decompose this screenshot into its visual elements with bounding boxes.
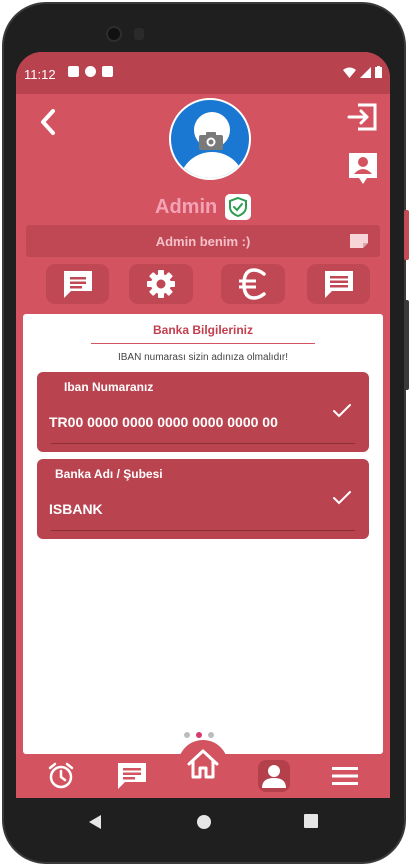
verified-shield-icon bbox=[225, 194, 251, 220]
settings-button[interactable] bbox=[129, 264, 193, 304]
volume-button bbox=[404, 300, 409, 390]
comments-button[interactable] bbox=[307, 264, 370, 304]
menu-icon bbox=[332, 767, 358, 785]
power-button bbox=[404, 210, 409, 260]
bank-name-label: Banka Adı / Şubesi bbox=[55, 467, 163, 481]
check-icon bbox=[333, 491, 351, 505]
comment-icon bbox=[324, 271, 353, 298]
nav-alarms[interactable] bbox=[44, 760, 78, 792]
system-navigation bbox=[16, 798, 390, 844]
avatar[interactable] bbox=[169, 98, 251, 180]
iban-underline bbox=[51, 443, 355, 444]
notification-a-icon bbox=[68, 66, 79, 77]
app-screen: 11:12 Admin Admin benim:) Banka Bilgile… bbox=[16, 52, 390, 798]
nav-menu[interactable] bbox=[328, 760, 362, 792]
bank-name-value[interactable]: ISBANK bbox=[49, 501, 103, 517]
iban-field[interactable]: Iban Numaranız TR00 0000 0000 0000 0000 … bbox=[37, 372, 369, 452]
euro-icon bbox=[239, 268, 266, 300]
battery-icon bbox=[375, 66, 382, 78]
chat-icon bbox=[118, 763, 146, 789]
notification-icons bbox=[68, 66, 113, 77]
front-camera bbox=[106, 26, 122, 42]
alarm-clock-icon bbox=[48, 762, 74, 789]
phone-device: 11:12 Admin Admin benim:) Banka Bilgile… bbox=[0, 0, 410, 867]
exit-icon[interactable] bbox=[346, 102, 378, 132]
nav-home[interactable] bbox=[186, 748, 220, 780]
notification-c-icon bbox=[102, 66, 113, 77]
iban-note: IBAN numarası sizin adınıza olmalıdır! bbox=[117, 352, 289, 363]
notification-b-icon bbox=[85, 66, 96, 77]
bottom-navigation bbox=[16, 740, 390, 798]
wifi-icon bbox=[343, 67, 356, 78]
system-recents-icon[interactable] bbox=[304, 814, 318, 828]
bio-text: Admin benim :) bbox=[155, 234, 251, 249]
bank-name-underline bbox=[51, 530, 355, 531]
signal-icon bbox=[360, 66, 371, 78]
iban-label: Iban Numaranız bbox=[64, 380, 154, 394]
page-indicator bbox=[184, 732, 214, 738]
back-arrow-icon[interactable] bbox=[36, 107, 60, 137]
system-home-icon[interactable] bbox=[196, 814, 212, 830]
status-bar: 11:12 bbox=[16, 52, 390, 94]
contact-card-icon[interactable] bbox=[348, 152, 378, 186]
bank-name-field[interactable]: Banka Adı / Şubesi ISBANK bbox=[37, 459, 369, 539]
person-icon bbox=[262, 765, 286, 788]
messages-button[interactable] bbox=[46, 264, 109, 304]
system-back-icon[interactable] bbox=[88, 814, 102, 830]
gear-icon bbox=[147, 270, 175, 298]
title-divider bbox=[91, 343, 315, 344]
username: Admin bbox=[155, 196, 218, 218]
edit-note-icon[interactable] bbox=[350, 234, 368, 248]
avatar-body bbox=[179, 152, 245, 178]
iban-value[interactable]: TR00 0000 0000 0000 0000 0000 00 bbox=[49, 414, 278, 430]
status-time: 11:12 bbox=[24, 67, 56, 82]
card-title: Banka Bilgileriniz bbox=[152, 323, 254, 337]
earpiece bbox=[134, 28, 144, 40]
check-icon bbox=[333, 404, 351, 418]
bio-bar[interactable]: Admin benim :) bbox=[26, 225, 380, 257]
nav-profile[interactable] bbox=[258, 760, 290, 792]
nav-chat[interactable] bbox=[115, 760, 149, 792]
message-icon bbox=[63, 271, 92, 298]
page-dot[interactable] bbox=[184, 732, 190, 738]
bank-info-card: Banka Bilgileriniz IBAN numarası sizin a… bbox=[23, 314, 383, 754]
page-dot[interactable] bbox=[208, 732, 214, 738]
home-icon bbox=[187, 749, 219, 779]
page-dot-active[interactable] bbox=[196, 732, 202, 738]
payments-button[interactable] bbox=[221, 264, 285, 304]
camera-icon[interactable] bbox=[199, 132, 223, 150]
status-right-icons bbox=[343, 66, 382, 78]
